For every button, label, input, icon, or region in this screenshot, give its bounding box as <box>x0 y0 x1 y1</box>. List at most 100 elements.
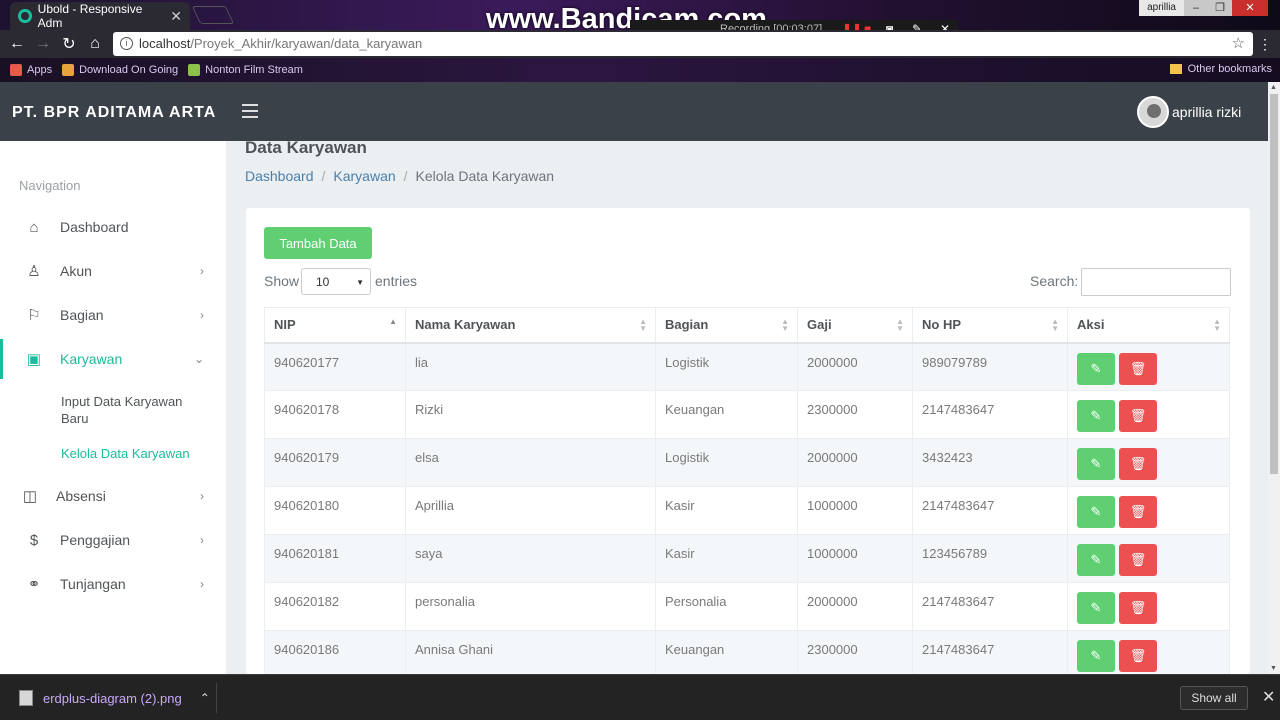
edit-button[interactable]: ✎ <box>1077 352 1115 385</box>
menu-toggle-icon[interactable] <box>242 104 258 118</box>
column-header-nip[interactable]: NIP ▲ <box>264 307 406 344</box>
column-header-nohp[interactable]: No HP ▲ ▼ <box>912 307 1068 344</box>
table-cell: 3432423 <box>912 438 1068 487</box>
download-bar-close-icon[interactable]: ✕ <box>1262 687 1275 707</box>
breadcrumb-dashboard[interactable]: Dashboard <box>245 168 314 184</box>
sidebar-item-label: Dashboard <box>60 219 129 235</box>
column-header-bagian[interactable]: Bagian ▲ ▼ <box>655 307 798 344</box>
new-tab-button[interactable] <box>191 6 235 24</box>
chevron-right-icon: › <box>200 489 204 503</box>
table-row: 940620186 Annisa Ghani Keuangan 2300000 2147… <box>264 630 1230 679</box>
bookmark-label: Apps <box>27 64 53 76</box>
sidebar: Navigation ⌂ Dashboard ♙ Akun › ⚐ Bagian › ▣ K… <box>0 141 226 674</box>
address-toolbar: ← → ↻ ⌂ i localhost/Proyek_Akhir/karyawa… <box>0 30 1280 58</box>
browser-menu-icon[interactable]: ⋮ <box>1258 36 1272 53</box>
chevron-right-icon: › <box>200 577 204 591</box>
table-row: 940620180 Aprillia Kasir 1000000 2147483647 ✎… <box>264 486 1230 535</box>
table-cell: 940620180 <box>264 486 406 535</box>
pencil-icon: ✎ <box>1090 600 1102 615</box>
caret-down-icon: ▼ <box>356 278 364 287</box>
sidebar-subitem-kelola[interactable]: Kelola Data Karyawan <box>61 445 211 462</box>
table-cell: Keuangan <box>655 630 798 679</box>
delete-button[interactable]: 🗑 <box>1119 640 1157 672</box>
folder-icon <box>1169 64 1182 74</box>
pencil-icon: ✎ <box>1090 456 1102 471</box>
bookmark-label: Download On Going <box>79 64 179 76</box>
delete-button[interactable]: 🗑 <box>1119 400 1157 432</box>
restore-button[interactable]: ❐ <box>1208 0 1232 16</box>
bookmark-star-icon[interactable]: ☆ <box>1232 32 1245 56</box>
edit-button[interactable]: ✎ <box>1077 592 1115 624</box>
tab-close-icon[interactable]: ✕ <box>170 8 182 25</box>
minimize-button[interactable]: – <box>1184 0 1208 16</box>
edit-button[interactable]: ✎ <box>1077 496 1115 528</box>
employee-table: NIP ▲ Nama Karyawan ▲ ▼ Bagian ▲ ▼ Gaji ▲ ▼ No … <box>264 307 1230 679</box>
edit-button[interactable]: ✎ <box>1077 544 1115 576</box>
other-bookmarks[interactable]: Other bookmarks <box>1169 63 1272 75</box>
dollar-icon: $ <box>29 531 39 549</box>
entries-select[interactable]: 10 ▼ <box>301 268 371 295</box>
sort-icon: ▲ ▼ <box>1213 317 1221 333</box>
sidebar-item-karyawan[interactable]: ▣ Karyawan ⌄ <box>0 339 226 379</box>
scroll-down-icon[interactable]: ▼ <box>1270 665 1277 672</box>
table-cell: Personalia <box>655 582 798 631</box>
bookmark-apps[interactable]: Apps <box>10 64 52 76</box>
chevron-up-icon[interactable]: ⌃ <box>200 691 210 705</box>
handshake-icon: ⚭ <box>27 576 41 593</box>
browser-tab[interactable]: Ubold - Responsive Adm ✕ <box>10 2 190 30</box>
page-scrollbar[interactable]: ▲ ▼ <box>1268 82 1280 674</box>
home-icon: ⌂ <box>29 218 39 236</box>
breadcrumb-karyawan[interactable]: Karyawan <box>333 168 395 184</box>
scroll-up-icon[interactable]: ▲ <box>1270 84 1277 91</box>
home-button-icon[interactable]: ⌂ <box>82 35 108 53</box>
reload-icon[interactable]: ↻ <box>56 34 82 54</box>
sidebar-item-dashboard[interactable]: ⌂ Dashboard <box>0 207 226 247</box>
delete-button[interactable]: 🗑 <box>1119 352 1157 385</box>
delete-button[interactable]: 🗑 <box>1119 448 1157 480</box>
user-name[interactable]: aprillia rizki <box>1172 104 1241 120</box>
sidebar-item-absensi[interactable]: ◫ Absensi › <box>0 476 226 516</box>
info-icon[interactable]: i <box>120 37 133 50</box>
table-cell: 940620179 <box>264 438 406 487</box>
avatar[interactable] <box>1137 96 1169 128</box>
show-all-button[interactable]: Show all <box>1180 686 1248 710</box>
sidebar-item-akun[interactable]: ♙ Akun › <box>0 251 226 291</box>
delete-button[interactable]: 🗑 <box>1119 592 1157 624</box>
address-bar[interactable]: i localhost/Proyek_Akhir/karyawan/data_k… <box>113 32 1253 56</box>
trash-icon: 🗑 <box>1129 600 1147 615</box>
sidebar-item-label: Akun <box>60 263 92 279</box>
sidebar-item-tunjangan[interactable]: ⚭ Tunjangan › <box>0 564 226 604</box>
column-header-aksi[interactable]: Aksi ▲ ▼ <box>1067 307 1230 344</box>
download-bar: erdplus-diagram (2).png ⌃ Show all ✕ <box>0 674 1280 720</box>
breadcrumb-separator: / <box>403 168 408 184</box>
bookmark-download[interactable]: Download On Going <box>62 64 178 76</box>
search-input[interactable] <box>1081 268 1231 296</box>
chevron-down-icon: ⌄ <box>193 352 204 366</box>
table-row: 940620177 lia Logistik 2000000 989079789 ✎ 🗑 <box>264 342 1230 391</box>
delete-button[interactable]: 🗑 <box>1119 496 1157 528</box>
scroll-thumb[interactable] <box>1270 94 1278 474</box>
add-data-button[interactable]: Tambah Data <box>264 227 372 259</box>
sort-icon: ▲ ▼ <box>781 317 789 333</box>
column-header-gaji[interactable]: Gaji ▲ ▼ <box>797 307 913 344</box>
back-icon[interactable]: ← <box>4 35 30 53</box>
sidebar-item-penggajian[interactable]: $ Penggajian › <box>0 520 226 560</box>
forward-icon[interactable]: → <box>30 35 56 53</box>
bookmarks-bar: Apps Download On Going Nonton Film Strea… <box>0 58 1280 82</box>
edit-button[interactable]: ✎ <box>1077 400 1115 432</box>
delete-button[interactable]: 🗑 <box>1119 544 1157 576</box>
download-item[interactable]: erdplus-diagram (2).png ⌃ <box>19 690 210 706</box>
bookmark-film[interactable]: Nonton Film Stream <box>188 64 303 76</box>
pencil-icon: ✎ <box>1090 360 1102 376</box>
bookmark-icon <box>62 64 75 76</box>
edit-button[interactable]: ✎ <box>1077 448 1115 480</box>
sidebar-subitem-input[interactable]: Input Data Karyawan Baru <box>61 393 211 427</box>
table-cell: 2147483647 <box>912 390 1068 439</box>
actions-cell: ✎ 🗑 <box>1067 534 1230 583</box>
edit-button[interactable]: ✎ <box>1077 640 1115 672</box>
window-close-button[interactable]: ✕ <box>1232 0 1268 16</box>
column-header-nama[interactable]: Nama Karyawan ▲ ▼ <box>405 307 656 344</box>
sidebar-item-label: Karyawan <box>60 351 123 367</box>
sidebar-item-bagian[interactable]: ⚐ Bagian › <box>0 295 226 335</box>
actions-cell: ✎ 🗑 <box>1067 630 1230 679</box>
